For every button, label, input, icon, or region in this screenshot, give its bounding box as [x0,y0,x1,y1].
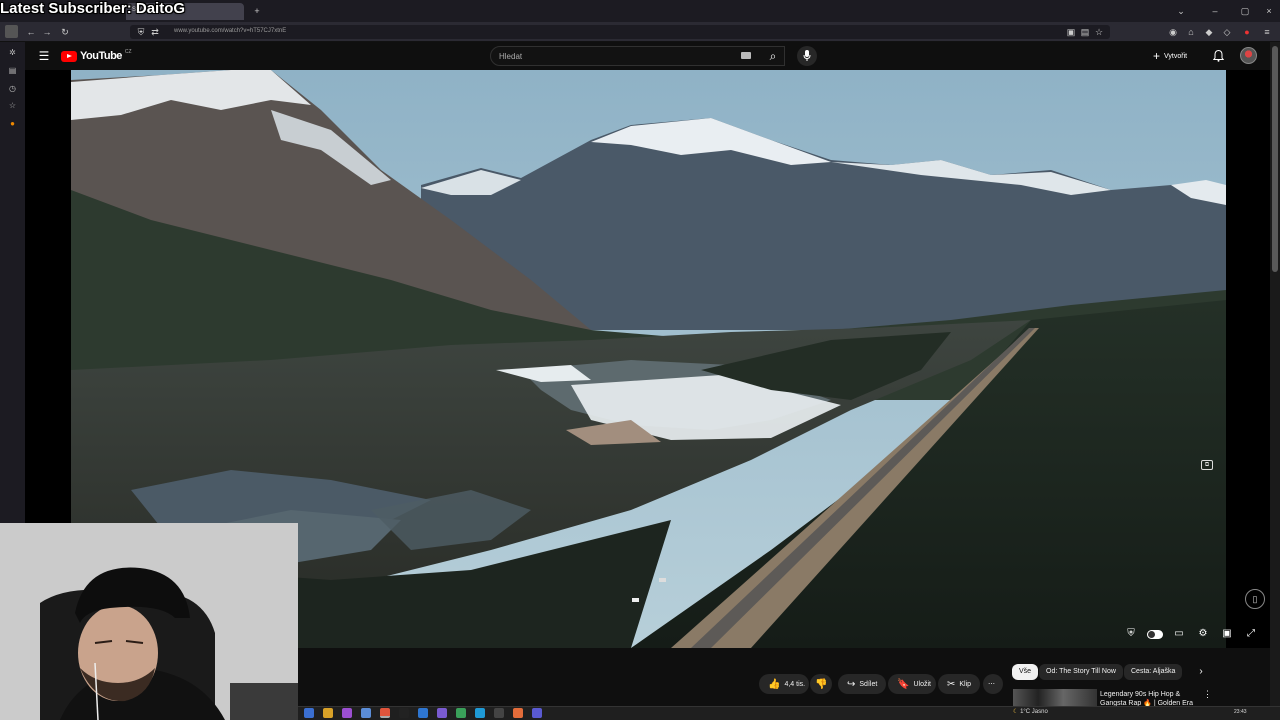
scrollbar-thumb[interactable] [1272,46,1278,272]
tab-list-button[interactable]: ⌄ [1174,4,1188,18]
taskbar-app-icon[interactable] [304,708,314,718]
taskbar-app-icon[interactable] [399,708,409,718]
taskbar-app-icon[interactable] [456,708,466,718]
share-icon: ↪ [847,678,856,690]
voice-search-button[interactable] [797,46,817,66]
taskbar-app-icon[interactable] [380,708,390,718]
history-icon[interactable]: ◷ [7,83,18,94]
taskbar-app-icon[interactable] [475,708,485,718]
taskbar-app-icon[interactable] [418,708,428,718]
sidebar-app-icon[interactable]: ● [7,118,18,129]
logo-text: YouTube [80,50,122,62]
webcam-overlay [0,523,298,720]
minimize-button[interactable]: – [1208,4,1222,18]
create-label: Vytvořit [1164,52,1188,60]
shield-icon[interactable]: ⛨ [134,25,148,39]
taskbar-app-icon[interactable] [323,708,333,718]
share-label: Sdílet [859,680,878,688]
sidebar-library-icon[interactable]: ▤ [7,65,18,76]
chip-from-channel[interactable]: Od: The Story Till Now [1039,664,1123,680]
close-window-button[interactable]: × [1262,4,1276,18]
url-text: www.youtube.com/watch?v=hT57CJ7xtnE [174,28,287,34]
like-button[interactable]: 👍 4,4 tis. [759,674,809,694]
extensions-icon[interactable]: ✲ [7,47,18,58]
recommended-video-thumbnail[interactable] [1013,689,1097,706]
home-icon[interactable]: ⌂ [1184,25,1198,39]
account-icon[interactable]: ◉ [1166,25,1180,39]
create-button[interactable]: + Vytvořit [1153,49,1187,63]
clip-label: Klip [959,680,972,688]
settings-gear-icon[interactable]: ⚙ [1196,627,1210,641]
search-placeholder: Hledat [499,52,523,61]
chip-all[interactable]: Vše [1012,664,1039,680]
weather-text: 1°C Jasno [1020,709,1048,715]
recommended-more-icon[interactable]: ⋮ [1203,689,1212,700]
taskbar-app-icon[interactable] [361,708,371,718]
new-tab-button[interactable]: + [250,4,264,18]
latest-subscriber-banner: Latest Subscriber: DaitoG [0,0,186,17]
sidebar-toggle-icon[interactable] [5,25,18,38]
scissors-icon: ✂ [947,678,956,690]
bookmarks-icon[interactable]: ☆ [7,100,18,111]
taskbar-app-icon[interactable] [532,708,542,718]
recommended-video-title[interactable]: Legendary 90s Hip Hop & Gangsta Rap 🔥 | … [1100,690,1196,706]
streamer-webcam-feed [0,523,298,720]
save-label: Uložit [913,680,931,688]
maximize-button[interactable]: ▢ [1238,4,1252,18]
shield-badge-icon[interactable]: ⛨ [1124,627,1138,641]
search-button[interactable]: ⌕ [762,46,784,66]
miniplayer-icon[interactable]: ⧉ [1201,460,1213,470]
extension-icon[interactable]: ◆ [1202,25,1216,39]
taskbar-app-icon[interactable] [342,708,352,718]
taskbar-clock[interactable]: 23:43 [1234,709,1247,715]
back-icon[interactable]: ← [24,25,38,39]
save-icon: 🔖 [897,678,910,690]
youtube-header: ☰ YouTube CZ Hledat ⌕ + Vytvořit [25,42,1270,70]
more-actions-button[interactable]: ⋯ [983,674,1003,694]
youtube-logo[interactable]: YouTube CZ [61,49,132,62]
subtitles-icon[interactable]: ▭ [1172,627,1186,641]
plus-icon: + [1153,49,1161,63]
notifications-bell-icon[interactable] [1211,48,1225,64]
bell-glyph [1212,49,1224,62]
taskbar-app-icon[interactable] [513,708,523,718]
reader-view-icon[interactable]: ▣ [1064,25,1078,39]
moon-icon: ☾ [1013,709,1019,715]
extension-icon[interactable]: ● [1240,25,1254,39]
fullscreen-icon[interactable]: ⤢ [1244,627,1258,641]
clip-button[interactable]: ✂ Klip [938,674,980,694]
like-count: 4,4 tis. [784,680,806,688]
chips-next-arrow-icon[interactable]: › [1195,664,1207,680]
theater-mode-icon[interactable]: ▣ [1220,627,1234,641]
region-code: CZ [124,49,132,55]
dislike-button[interactable]: 👎 [810,674,832,694]
youtube-play-icon [61,50,77,62]
url-bar[interactable]: www.youtube.com/watch?v=hT57CJ7xtnE [130,25,1110,39]
taskbar-app-icon[interactable] [494,708,504,718]
bookmark-circle-icon[interactable]: ▯ [1245,589,1265,609]
avatar[interactable] [1240,47,1257,64]
weather-widget[interactable]: ☾ 1°C Jasno [1013,708,1048,715]
bookmark-star-icon[interactable]: ☆ [1092,25,1106,39]
keyboard-icon[interactable] [741,52,751,59]
pip-icon[interactable]: ▤ [1078,25,1092,39]
forward-icon[interactable]: → [40,25,54,39]
chip-related[interactable]: Cesta: Aljaška [1124,664,1183,680]
hamburger-menu-icon[interactable]: ☰ [37,49,51,63]
permissions-icon[interactable]: ⇄ [148,25,162,39]
save-button[interactable]: 🔖 Uložit [888,674,936,694]
app-menu-icon[interactable]: ≡ [1260,25,1274,39]
thumbs-down-icon: 👎 [815,678,828,690]
reload-icon[interactable]: ↻ [58,25,72,39]
extension-icon[interactable]: ◇ [1220,25,1234,39]
autoplay-toggle[interactable] [1147,630,1163,639]
mic-icon [803,50,811,61]
taskbar-app-icon[interactable] [437,708,447,718]
thumbs-up-icon: 👍 [768,678,781,690]
share-button[interactable]: ↪ Sdílet [838,674,886,694]
more-icon: ⋯ [988,681,995,688]
